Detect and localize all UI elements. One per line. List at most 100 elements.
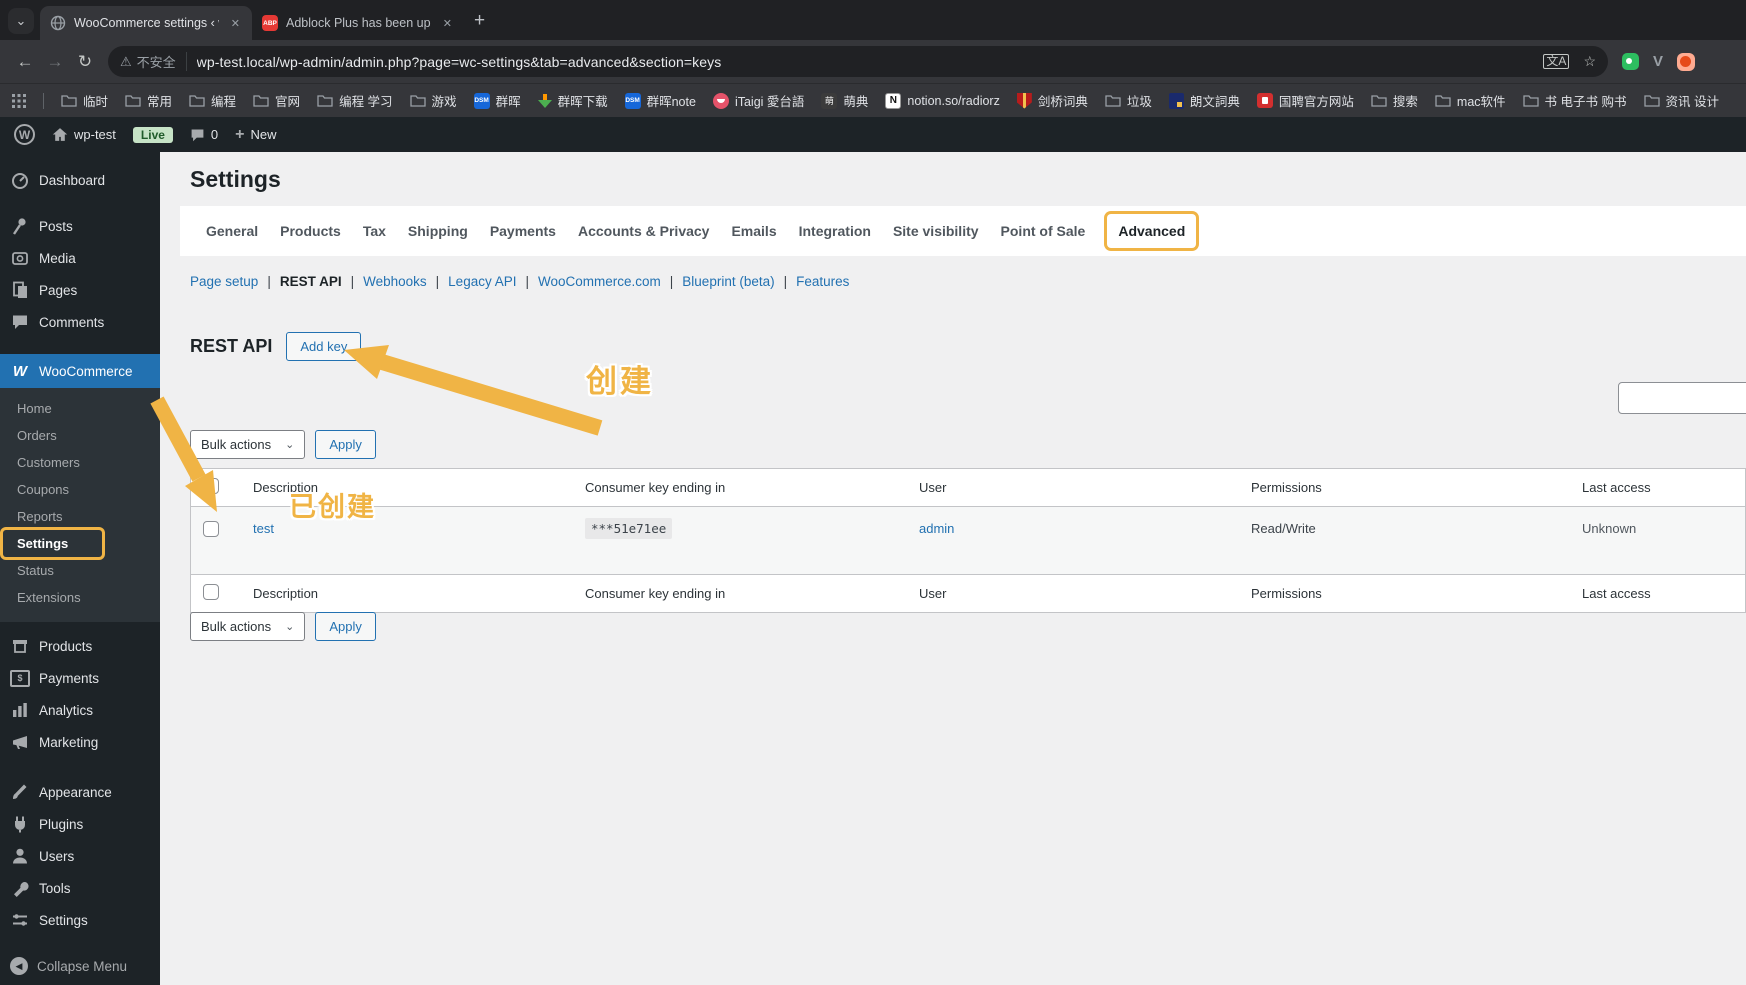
- submenu-item-extensions[interactable]: Extensions: [0, 584, 160, 611]
- bookmark-download[interactable]: 群晖下载: [537, 91, 608, 110]
- sidebar-item-products[interactable]: Products: [0, 630, 160, 662]
- bookmark-folder[interactable]: 编程 学习: [317, 91, 393, 110]
- bookmark-folder[interactable]: 资讯 设计: [1643, 91, 1719, 110]
- wordpress-logo-icon[interactable]: W: [14, 124, 35, 145]
- add-key-button[interactable]: Add key: [286, 332, 362, 361]
- submenu-item-status[interactable]: Status: [0, 557, 160, 584]
- submenu-item-reports[interactable]: Reports: [0, 503, 160, 530]
- v-extension-icon[interactable]: V: [1653, 53, 1663, 70]
- bulk-actions-select[interactable]: Bulk actions ⌄: [190, 430, 306, 459]
- select-all-checkbox[interactable]: [203, 478, 219, 494]
- sidebar-item-woocommerce[interactable]: W WooCommerce: [0, 354, 168, 388]
- bookmark-notion[interactable]: Nnotion.so/radiorz: [885, 92, 1000, 109]
- tab-products[interactable]: Products: [280, 223, 341, 239]
- apply-button[interactable]: Apply: [315, 612, 376, 641]
- key-user-link[interactable]: admin: [919, 521, 954, 536]
- tab-integration[interactable]: Integration: [799, 223, 871, 239]
- bookmark-folder[interactable]: 搜索: [1371, 91, 1418, 110]
- bookmark-longman[interactable]: 朗文詞典: [1168, 91, 1240, 110]
- bookmark-star-icon[interactable]: ☆: [1583, 53, 1596, 70]
- evernote-extension-icon[interactable]: [1622, 53, 1639, 70]
- submenu-item-settings[interactable]: Settings: [3, 530, 102, 557]
- sidebar-item-dashboard[interactable]: Dashboard: [0, 164, 160, 196]
- bookmark-folder[interactable]: 垃圾: [1105, 91, 1152, 110]
- bookmark-folder[interactable]: 游戏: [409, 91, 457, 110]
- back-icon[interactable]: ←: [10, 52, 40, 72]
- bookmark-folder[interactable]: 常用: [125, 91, 172, 110]
- new-tab-button[interactable]: +: [474, 10, 485, 32]
- wp-admin-bar: W wp-test Live 0 + New: [0, 117, 1746, 152]
- bookmark-label: 群晖note: [646, 95, 696, 109]
- sidebar-item-users[interactable]: Users: [0, 840, 160, 872]
- comments-link[interactable]: 0: [190, 127, 218, 142]
- new-content-link[interactable]: + New: [235, 126, 276, 144]
- subnav-webhooks[interactable]: Webhooks: [363, 274, 427, 289]
- bookmark-folder[interactable]: 书 电子书 购书: [1522, 91, 1627, 110]
- bookmark-itaigi[interactable]: iTaigi 愛台語: [712, 91, 804, 110]
- tab-search-chevron-icon[interactable]: ⌄: [8, 8, 34, 34]
- apps-grid-icon[interactable]: [12, 93, 26, 108]
- bulk-actions-select[interactable]: Bulk actions ⌄: [190, 612, 306, 641]
- select-all-checkbox[interactable]: [203, 584, 219, 600]
- sidebar-item-marketing[interactable]: Marketing: [0, 726, 160, 758]
- sidebar-item-media[interactable]: Media: [0, 242, 160, 274]
- tab-tax[interactable]: Tax: [363, 223, 386, 239]
- orange-extension-icon[interactable]: [1677, 52, 1696, 71]
- bookmark-synology-note[interactable]: DSM 群晖note: [624, 91, 696, 110]
- sidebar-item-plugins[interactable]: Plugins: [0, 808, 160, 840]
- submenu-item-orders[interactable]: Orders: [0, 422, 160, 449]
- site-name-link[interactable]: wp-test: [52, 127, 116, 142]
- forward-icon[interactable]: →: [40, 52, 70, 72]
- subnav-legacy-api[interactable]: Legacy API: [448, 274, 516, 289]
- col-description: Description: [253, 480, 319, 495]
- sidebar-item-appearance[interactable]: Appearance: [0, 776, 160, 808]
- subnav-rest-api[interactable]: REST API: [280, 274, 342, 289]
- row-checkbox[interactable]: [203, 521, 219, 537]
- bookmark-folder[interactable]: 官网: [253, 91, 300, 110]
- browser-tab-active[interactable]: WooCommerce settings ‹ wp ✕: [40, 6, 252, 40]
- submenu-item-customers[interactable]: Customers: [0, 449, 160, 476]
- tab-point-of-sale[interactable]: Point of Sale: [1001, 223, 1086, 239]
- tab-close-icon[interactable]: ✕: [439, 15, 456, 32]
- tab-general[interactable]: General: [206, 223, 258, 239]
- key-description-link[interactable]: test: [253, 521, 274, 536]
- bookmark-folder[interactable]: 临时: [61, 91, 108, 110]
- address-bar[interactable]: ⚠ 不安全 wp-test.local/wp-admin/admin.php?p…: [108, 46, 1608, 77]
- site-security-chip[interactable]: ⚠ 不安全: [120, 52, 187, 71]
- sidebar-item-tools[interactable]: Tools: [0, 872, 160, 904]
- tab-site-visibility[interactable]: Site visibility: [893, 223, 979, 239]
- bookmark-folder[interactable]: 编程: [189, 91, 236, 110]
- folder-icon: [317, 95, 333, 107]
- bookmark-moedict[interactable]: 萌萌典: [821, 91, 868, 110]
- sidebar-item-comments[interactable]: Comments: [0, 306, 160, 338]
- bookmark-cambridge[interactable]: 剑桥词典: [1016, 91, 1088, 110]
- submenu-item-coupons[interactable]: Coupons: [0, 476, 160, 503]
- subnav-features[interactable]: Features: [796, 274, 849, 289]
- sidebar-item-settings[interactable]: Settings: [0, 904, 160, 936]
- reload-icon[interactable]: ↻: [70, 52, 100, 72]
- bookmark-guopin[interactable]: 国聘官方网站: [1256, 91, 1354, 110]
- tab-emails[interactable]: Emails: [731, 223, 776, 239]
- tab-shipping[interactable]: Shipping: [408, 223, 468, 239]
- tab-accounts-privacy[interactable]: Accounts & Privacy: [578, 223, 710, 239]
- sidebar-item-posts[interactable]: Posts: [0, 210, 160, 242]
- tab-payments[interactable]: Payments: [490, 223, 556, 239]
- subnav-blueprint[interactable]: Blueprint (beta): [682, 274, 774, 289]
- apply-button[interactable]: Apply: [315, 430, 376, 459]
- subnav-woocommerce-com[interactable]: WooCommerce.com: [538, 274, 661, 289]
- sidebar-item-analytics[interactable]: Analytics: [0, 694, 160, 726]
- sidebar-item-payments[interactable]: $ Payments: [0, 662, 160, 694]
- tab-close-icon[interactable]: ✕: [227, 15, 244, 32]
- sidebar-item-pages[interactable]: Pages: [0, 274, 160, 306]
- submenu-item-home[interactable]: Home: [0, 395, 160, 422]
- search-key-input[interactable]: [1618, 382, 1746, 414]
- bookmark-folder[interactable]: mac软件: [1435, 91, 1506, 110]
- collapse-menu-button[interactable]: ◀ Collapse Menu: [0, 950, 160, 982]
- col-consumer-key: Consumer key ending in: [585, 586, 726, 601]
- tab-advanced[interactable]: Advanced: [1107, 214, 1196, 248]
- bookmark-synology[interactable]: DSM 群晖: [473, 91, 521, 110]
- browser-tab-inactive[interactable]: ABP Adblock Plus has been updat ✕: [252, 6, 464, 40]
- translate-icon[interactable]: 文A: [1543, 54, 1570, 69]
- subnav-page-setup[interactable]: Page setup: [190, 274, 258, 289]
- browser-window: ⌄ WooCommerce settings ‹ wp ✕ ABP Adbloc…: [0, 0, 1746, 985]
